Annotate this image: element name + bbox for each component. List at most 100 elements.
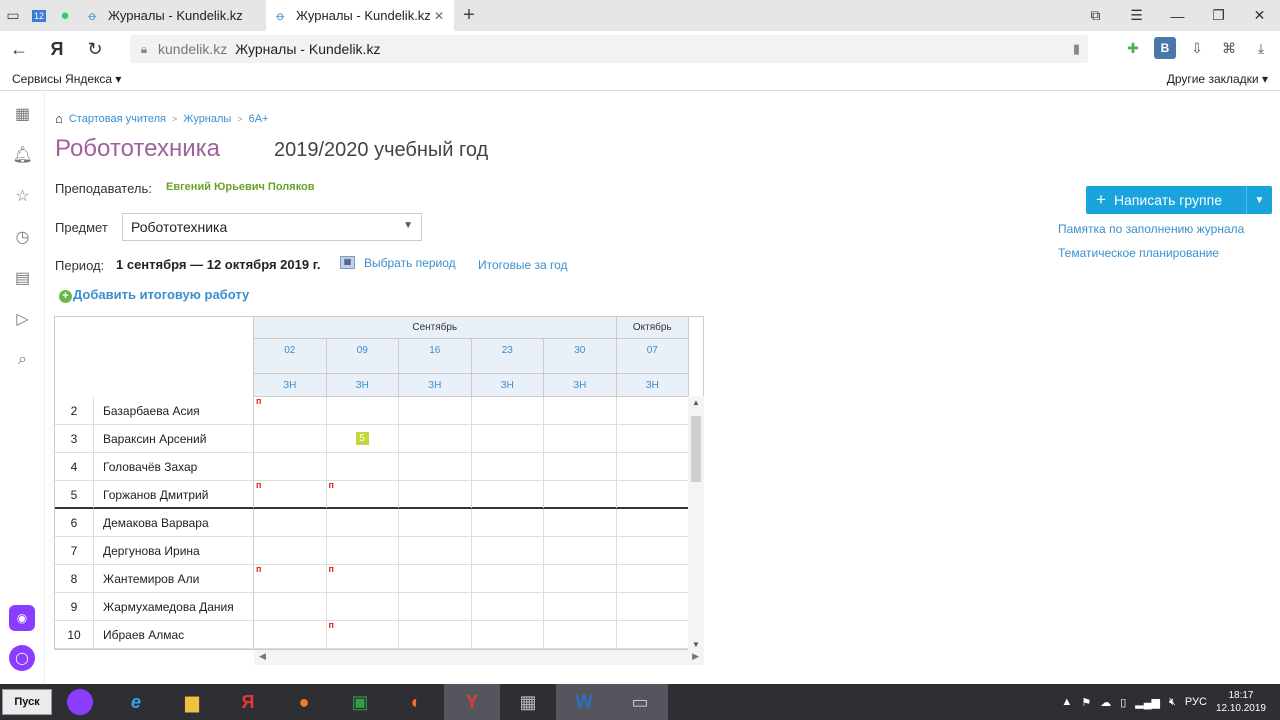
- journal-memo-link[interactable]: Памятка по заполнению журнала: [1058, 222, 1244, 236]
- mark-cell[interactable]: [399, 621, 472, 648]
- collections-icon[interactable]: ▤: [0, 257, 45, 298]
- mark-cell[interactable]: п: [327, 480, 399, 508]
- mark-cell[interactable]: [399, 565, 472, 592]
- extension-icon[interactable]: ✚: [1122, 37, 1144, 59]
- taskbar-calculator-icon[interactable]: ▦: [500, 684, 556, 720]
- mark-cell[interactable]: [617, 425, 689, 452]
- flag-icon[interactable]: ⚑: [1081, 696, 1091, 709]
- breadcrumb-start[interactable]: Стартовая учителя: [69, 113, 166, 125]
- usb-icon[interactable]: ▯: [1120, 696, 1126, 709]
- student-name[interactable]: Ибраев Алмас: [103, 628, 184, 642]
- lock-icon[interactable]: 🔒︎: [130, 42, 158, 57]
- mark-cell[interactable]: [399, 509, 472, 536]
- mark-cell[interactable]: [254, 425, 327, 452]
- student-name[interactable]: Дергунова Ирина: [103, 544, 200, 558]
- mark-cell[interactable]: [327, 593, 399, 620]
- scroll-left-icon[interactable]: ◀: [259, 651, 266, 662]
- lesson-type-header[interactable]: ЗН: [399, 374, 472, 397]
- lesson-type-header[interactable]: ЗН: [254, 374, 327, 397]
- network-icon[interactable]: ▂▄▆: [1135, 696, 1160, 709]
- bell-icon[interactable]: 🔔︎: [0, 134, 45, 175]
- mark-cell[interactable]: [399, 397, 472, 424]
- taskbar-yandex-browser-icon[interactable]: Y: [444, 684, 500, 720]
- lesson-type-header[interactable]: ЗН: [616, 374, 689, 397]
- mark-cell[interactable]: [327, 453, 399, 480]
- bookmarks-icon[interactable]: ⧉: [1075, 0, 1116, 31]
- taskbar-explorer-icon[interactable]: ▆: [164, 684, 220, 720]
- apps-grid-icon[interactable]: ▦: [0, 93, 45, 134]
- subject-select[interactable]: Робототехника ▼: [122, 213, 422, 241]
- mark-cell[interactable]: [617, 397, 689, 424]
- day-header[interactable]: 30: [544, 339, 617, 374]
- scroll-thumb[interactable]: [691, 416, 701, 482]
- mark-cell[interactable]: [399, 537, 472, 564]
- horizontal-scrollbar[interactable]: ◀ ▶: [254, 650, 704, 665]
- mark-cell[interactable]: [472, 425, 544, 452]
- mark-cell[interactable]: [617, 481, 689, 508]
- mark-cell[interactable]: [544, 509, 617, 536]
- mark-cell[interactable]: [327, 537, 399, 564]
- mark-cell[interactable]: п: [254, 564, 327, 592]
- mark-cell[interactable]: [544, 481, 617, 508]
- other-bookmarks-menu[interactable]: Другие закладки ▾: [1167, 72, 1268, 86]
- pinned-tab-calendar[interactable]: 12: [26, 0, 52, 31]
- search-page-icon[interactable]: ⌕: [0, 339, 45, 380]
- pinned-tab-whatsapp[interactable]: ●: [52, 0, 78, 31]
- chevron-down-icon[interactable]: ▼: [1246, 186, 1272, 214]
- yandex-services-menu[interactable]: Сервисы Яндекса ▾: [12, 72, 121, 86]
- messenger-icon[interactable]: ◉: [9, 605, 35, 631]
- play-icon[interactable]: ▷: [0, 298, 45, 339]
- breadcrumb-class[interactable]: 6А+: [249, 113, 269, 125]
- browser-tab-1[interactable]: ꝋ Журналы - Kundelik.kz: [78, 0, 266, 31]
- mark-cell[interactable]: [472, 453, 544, 480]
- mark-cell[interactable]: [617, 593, 689, 620]
- language-indicator[interactable]: РУС: [1185, 696, 1207, 708]
- translate-icon[interactable]: ⌘: [1218, 37, 1240, 59]
- close-tab-icon[interactable]: ✕: [434, 9, 444, 23]
- mark-cell[interactable]: [617, 453, 689, 480]
- downloads-icon[interactable]: ⤓: [1250, 37, 1272, 59]
- close-window-button[interactable]: ✕: [1239, 0, 1280, 31]
- clock[interactable]: 18:17 12.10.2019: [1216, 689, 1266, 715]
- mark-cell[interactable]: [544, 621, 617, 648]
- day-header[interactable]: 09: [326, 339, 399, 374]
- student-name[interactable]: Головачёв Захар: [103, 460, 197, 474]
- mark-cell[interactable]: [327, 397, 399, 424]
- tray-expand-icon[interactable]: ▲: [1061, 696, 1072, 708]
- yandex-logo-icon[interactable]: Я: [38, 39, 76, 60]
- volume-muted-icon[interactable]: 🔇︎: [1169, 696, 1176, 709]
- mark-cell[interactable]: [472, 565, 544, 592]
- mark-cell[interactable]: [472, 621, 544, 648]
- scroll-down-icon[interactable]: ▼: [692, 640, 700, 649]
- mark-cell[interactable]: [254, 537, 327, 564]
- mark-cell[interactable]: [399, 425, 472, 452]
- mark-cell[interactable]: [254, 593, 327, 620]
- day-header[interactable]: 16: [399, 339, 472, 374]
- student-name[interactable]: Базарбаева Асия: [103, 404, 200, 418]
- menu-icon[interactable]: ☰: [1116, 0, 1157, 31]
- taskbar-ie-icon[interactable]: e: [108, 684, 164, 720]
- lesson-type-header[interactable]: ЗН: [326, 374, 399, 397]
- mark-cell[interactable]: [617, 621, 689, 648]
- day-header[interactable]: 02: [254, 339, 327, 374]
- mark-cell[interactable]: [544, 537, 617, 564]
- history-icon[interactable]: ◷: [0, 216, 45, 257]
- mark-cell[interactable]: [617, 509, 689, 536]
- bookmark-icon[interactable]: ▮: [1073, 41, 1080, 57]
- taskbar-word-icon[interactable]: W: [556, 684, 612, 720]
- student-name[interactable]: Горжанов Дмитрий: [103, 488, 208, 502]
- taskbar-store-icon[interactable]: ▣: [332, 684, 388, 720]
- url-field[interactable]: 🔒︎ kundelik.kz Журналы - Kundelik.kz ▮: [130, 35, 1088, 63]
- student-name[interactable]: Жармухамедова Дания: [103, 600, 234, 614]
- taskbar-window-icon[interactable]: ▭: [612, 684, 668, 720]
- taskbar-firefox-icon[interactable]: ●: [276, 684, 332, 720]
- lesson-type-header[interactable]: ЗН: [471, 374, 544, 397]
- year-totals-link[interactable]: Итоговые за год: [478, 258, 568, 272]
- mark-cell[interactable]: [617, 537, 689, 564]
- lesson-type-header[interactable]: ЗН: [544, 374, 617, 397]
- mark-cell[interactable]: [544, 453, 617, 480]
- new-tab-button[interactable]: +: [454, 4, 484, 27]
- minimize-button[interactable]: —: [1157, 0, 1198, 31]
- maximize-button[interactable]: ❐: [1198, 0, 1239, 31]
- mark-cell[interactable]: [544, 565, 617, 592]
